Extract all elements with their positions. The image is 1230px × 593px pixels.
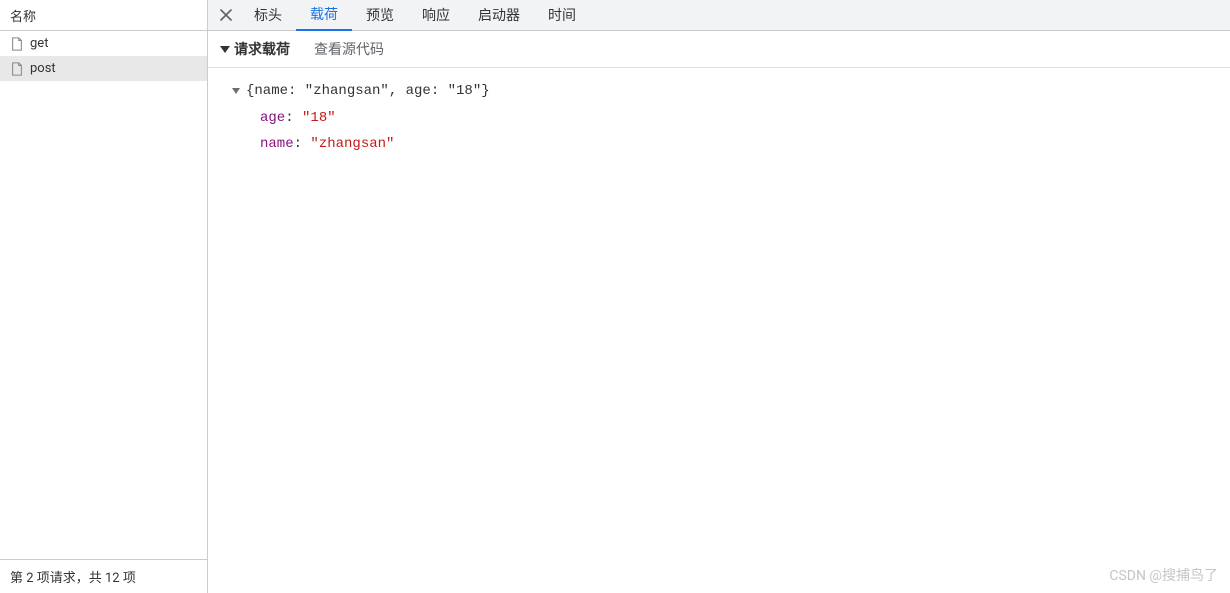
property-value: "18" (302, 110, 336, 126)
property-value: "zhangsan" (310, 136, 394, 152)
tab-response[interactable]: 响应 (408, 0, 464, 31)
file-icon (10, 62, 24, 76)
request-item-post[interactable]: post (0, 56, 207, 81)
request-item-label: post (30, 61, 56, 76)
payload-body: {name: "zhangsan", age: "18"} age: "18" … (208, 68, 1230, 168)
tab-timing[interactable]: 时间 (534, 0, 590, 31)
tab-preview[interactable]: 预览 (352, 0, 408, 31)
close-icon[interactable] (212, 1, 240, 29)
file-icon (10, 37, 24, 51)
sidebar-footer-status: 第 2 项请求，共 12 项 (0, 559, 207, 593)
tab-payload[interactable]: 载荷 (296, 0, 352, 31)
sidebar-header-name[interactable]: 名称 (0, 0, 207, 31)
main-panel: 标头 载荷 预览 响应 启动器 时间 请求载荷 查看源代码 {name: "zh… (208, 0, 1230, 593)
section-title-text: 请求载荷 (234, 39, 290, 59)
request-list: get post (0, 31, 207, 559)
request-payload-toggle[interactable]: 请求载荷 (220, 39, 290, 59)
payload-content: 请求载荷 查看源代码 {name: "zhangsan", age: "18"}… (208, 31, 1230, 593)
payload-section-header: 请求载荷 查看源代码 (208, 31, 1230, 68)
request-item-label: get (30, 36, 48, 51)
chevron-down-icon (232, 88, 240, 94)
tab-bar: 标头 载荷 预览 响应 启动器 时间 (208, 0, 1230, 31)
property-row[interactable]: age: "18" (232, 105, 1214, 132)
property-key: age (260, 110, 285, 126)
tab-initiator[interactable]: 启动器 (464, 0, 534, 31)
property-row[interactable]: name: "zhangsan" (232, 131, 1214, 158)
chevron-down-icon (220, 46, 230, 53)
tab-headers[interactable]: 标头 (240, 0, 296, 31)
property-key: name (260, 136, 294, 152)
object-expand-row[interactable]: {name: "zhangsan", age: "18"} (232, 78, 1214, 105)
view-source-link[interactable]: 查看源代码 (314, 39, 384, 59)
request-sidebar: 名称 get post 第 2 项请求，共 12 项 (0, 0, 208, 593)
object-preview-text: {name: "zhangsan", age: "18"} (246, 78, 490, 105)
request-item-get[interactable]: get (0, 31, 207, 56)
